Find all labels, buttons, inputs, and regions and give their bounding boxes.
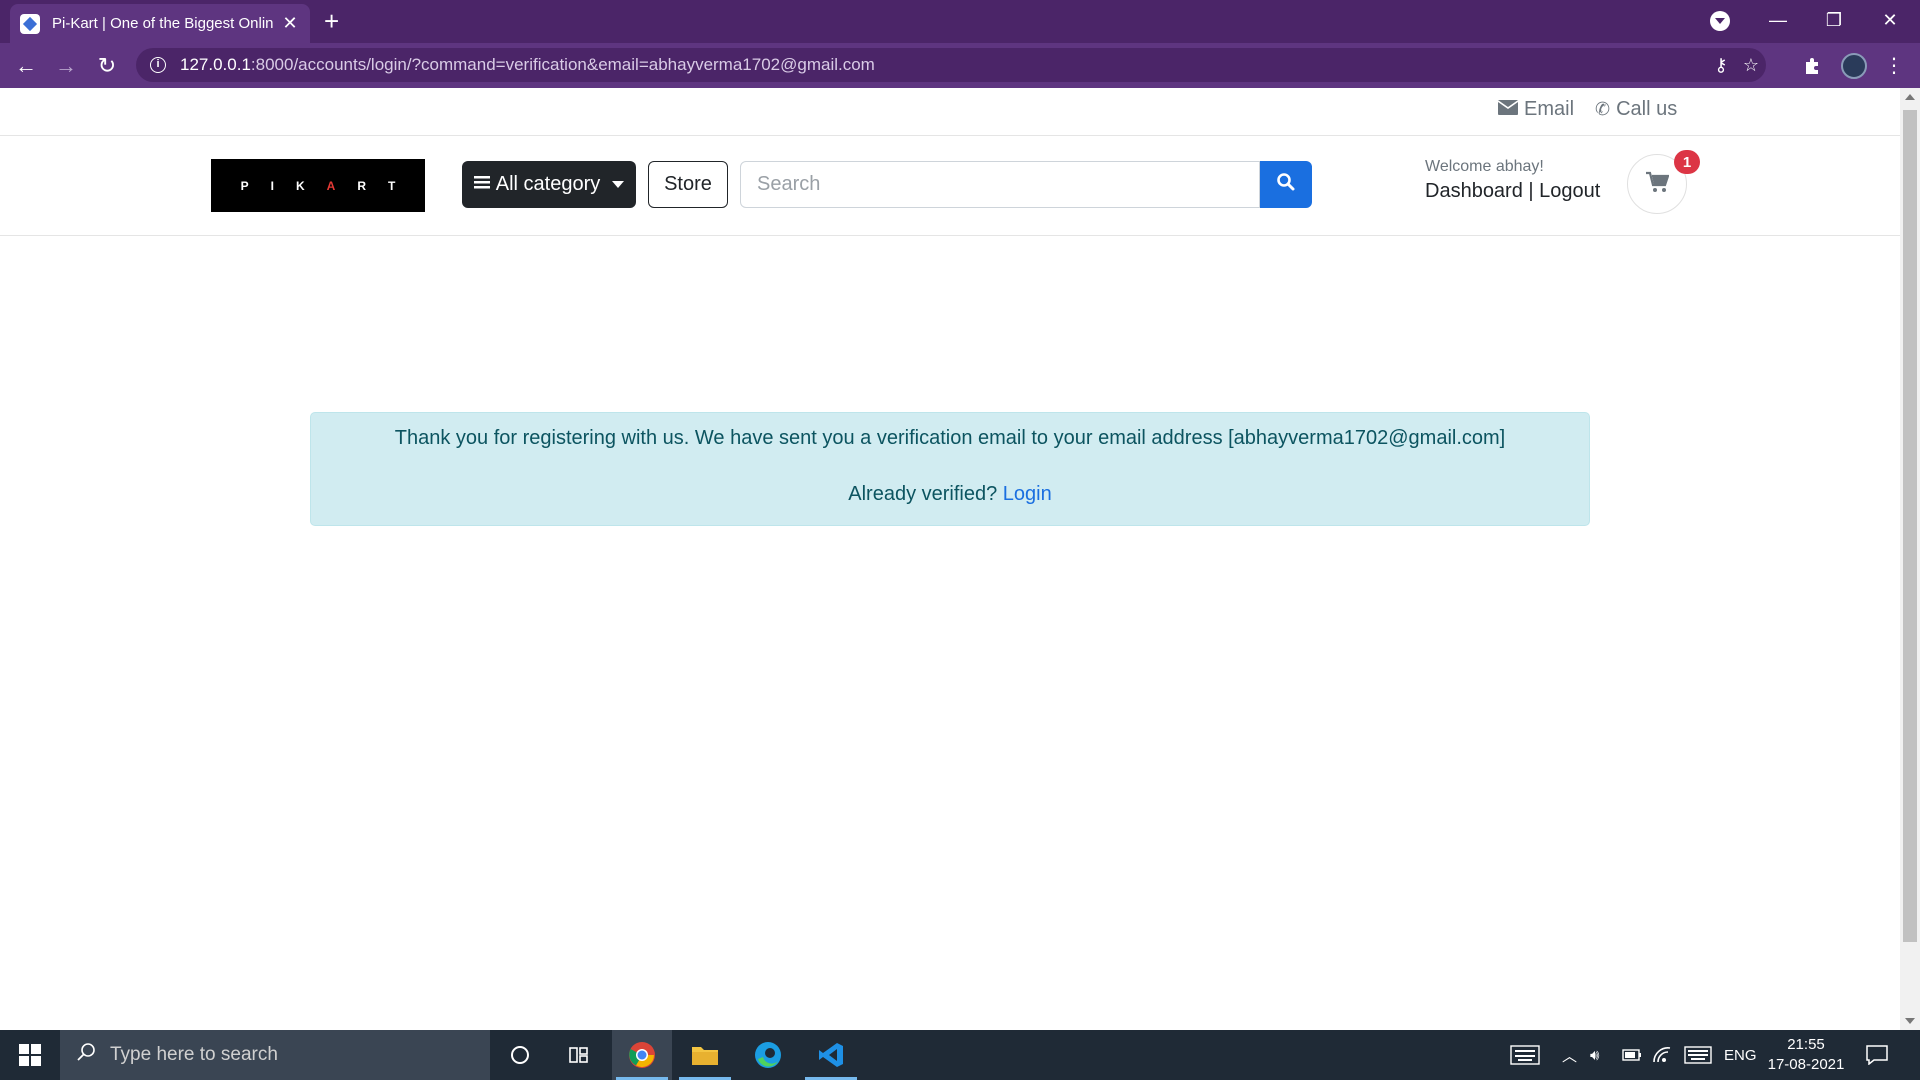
system-clock[interactable]: 21:55 17-08-2021 (1766, 1035, 1846, 1075)
url-path: :8000/accounts/login/?command=verificati… (250, 55, 875, 74)
site-info-icon[interactable]: i (150, 57, 166, 73)
input-language[interactable]: ENG (1724, 1030, 1757, 1080)
already-verified-text: Already verified? (848, 483, 1003, 505)
cortana-icon[interactable] (490, 1030, 550, 1080)
taskbar-search-box[interactable]: Type here to search (60, 1030, 490, 1080)
key-icon[interactable]: ⚷ (1706, 48, 1736, 82)
window-close-icon[interactable]: ✕ (1862, 0, 1918, 40)
browser-tab-bar: Pi-Kart | One of the Biggest Onlin ✕ + —… (0, 0, 1920, 43)
welcome-text: Welcome abhay! (1425, 158, 1544, 175)
logo-text-part-3: RT (357, 178, 418, 193)
vscode-icon[interactable] (801, 1030, 861, 1080)
browser-menu-icon[interactable]: ⋮ (1876, 43, 1912, 88)
tab-close-icon[interactable]: ✕ (280, 13, 300, 34)
clock-time: 21:55 (1787, 1036, 1825, 1053)
taskbar-search-icon (76, 1042, 96, 1068)
browser-toolbar: ← → ↻ i 127.0.0.1:8000/accounts/login/?c… (0, 43, 1920, 88)
scrollbar-thumb[interactable] (1903, 110, 1917, 942)
all-category-dropdown[interactable]: All category (462, 161, 636, 208)
tab-title: Pi-Kart | One of the Biggest Onlin (52, 15, 274, 32)
already-verified-line: Already verified? Login (311, 483, 1589, 506)
windows-start-icon[interactable] (0, 1030, 60, 1080)
email-link[interactable]: Email (1497, 98, 1575, 121)
verification-alert: Thank you for registering with us. We ha… (310, 412, 1590, 526)
minimize-icon[interactable]: — (1750, 0, 1806, 40)
restore-icon[interactable]: ❐ (1806, 0, 1862, 40)
volume-icon[interactable]: 🔊︎ (1590, 1030, 1599, 1080)
battery-icon[interactable] (1622, 1030, 1642, 1080)
phone-icon: ✆ (1595, 99, 1611, 119)
cart-count-badge: 1 (1674, 150, 1700, 174)
address-bar[interactable]: i 127.0.0.1:8000/accounts/login/?command… (136, 48, 1766, 82)
back-icon[interactable]: ← (8, 43, 44, 88)
clock-date: 17-08-2021 (1767, 1056, 1845, 1073)
tray-overflow-icon[interactable]: ︿ (1562, 1030, 1577, 1080)
windows-taskbar: Type here to search ︿ 🔊︎ ENG 21:55 17-08… (0, 1030, 1920, 1080)
action-center-icon[interactable] (1866, 1030, 1888, 1080)
email-label: Email (1524, 98, 1575, 120)
caret-down-icon (612, 181, 625, 188)
logo-text-part-1: PIK (240, 178, 327, 193)
file-explorer-icon[interactable] (675, 1030, 735, 1080)
keyboard-layout-icon[interactable] (1510, 1030, 1540, 1080)
store-button[interactable]: Store (648, 161, 728, 208)
call-us-link[interactable]: ✆ Call us (1595, 98, 1677, 121)
site-favicon-icon (20, 13, 40, 34)
login-link[interactable]: Login (1003, 483, 1052, 505)
search-icon (1276, 172, 1296, 197)
logo-text-part-2: A (326, 178, 358, 193)
browser-tab[interactable]: Pi-Kart | One of the Biggest Onlin ✕ (10, 4, 310, 43)
envelope-icon (1497, 99, 1519, 120)
bookmark-star-icon[interactable]: ☆ (1736, 48, 1766, 82)
logout-link[interactable]: Logout (1539, 180, 1600, 202)
extensions-icon[interactable] (1794, 43, 1830, 88)
all-category-label: All category (495, 173, 601, 195)
top-contact-bar: Email ✆ Call us (0, 88, 1900, 136)
search-button[interactable] (1260, 161, 1312, 208)
shopping-cart-icon (1645, 171, 1670, 198)
links-separator: | (1522, 180, 1540, 202)
url-host: 127.0.0.1 (180, 55, 251, 74)
task-view-icon[interactable] (550, 1030, 610, 1080)
call-us-label: Call us (1616, 98, 1678, 120)
scroll-up-icon[interactable] (1905, 94, 1915, 100)
hamburger-icon (473, 173, 490, 196)
taskbar-search-placeholder: Type here to search (110, 1044, 278, 1065)
scroll-down-icon[interactable] (1905, 1018, 1915, 1024)
page-viewport: Email ✆ Call us PIK A RT All category Stor… (0, 88, 1900, 1030)
pikart-logo[interactable]: PIK A RT (211, 159, 425, 212)
new-tab-icon[interactable]: + (324, 8, 339, 34)
tab-search-icon[interactable] (1710, 11, 1730, 31)
page-scrollbar[interactable] (1900, 88, 1920, 1030)
search-input[interactable] (740, 161, 1260, 208)
account-links: Dashboard | Logout (1425, 180, 1600, 203)
site-header: PIKART All category Store Welcome abhay!… (0, 136, 1900, 236)
dashboard-link[interactable]: Dashboard (1425, 180, 1523, 202)
forward-icon[interactable]: → (48, 43, 84, 88)
chrome-taskbar-icon[interactable] (612, 1030, 672, 1080)
profile-avatar[interactable] (1836, 43, 1872, 88)
verification-message: Thank you for registering with us. We ha… (394, 427, 1506, 449)
touch-keyboard-icon[interactable] (1684, 1030, 1712, 1080)
reload-icon[interactable]: ↻ (89, 43, 125, 88)
edge-icon[interactable] (738, 1030, 798, 1080)
wifi-icon[interactable] (1652, 1030, 1672, 1080)
